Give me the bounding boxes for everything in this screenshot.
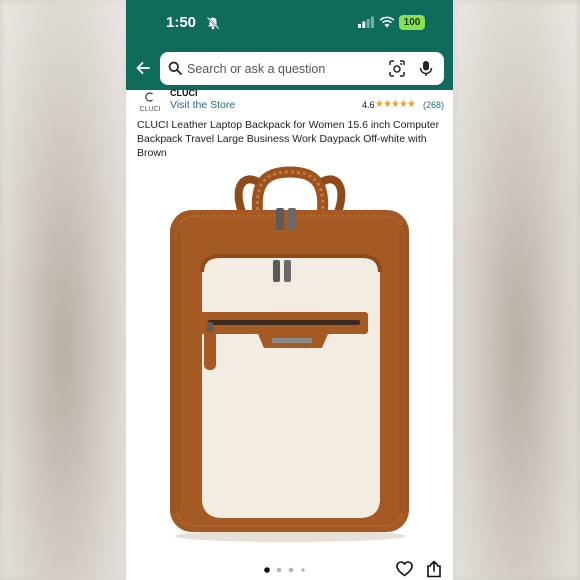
- pagination-dot-active[interactable]: [264, 567, 270, 573]
- brand-name: CLUCI: [170, 88, 198, 98]
- visit-store-link[interactable]: Visit the Store: [170, 99, 235, 111]
- top-zipper-left: [276, 208, 284, 230]
- back-arrow-icon[interactable]: [135, 60, 151, 76]
- side-edge-right: [399, 224, 409, 514]
- status-bar: 1:50 100: [126, 0, 453, 48]
- wifi-icon: [379, 16, 395, 28]
- store-row: CLUCI CLUCI Visit the Store 4.6 ★★★★★ (2…: [126, 88, 453, 116]
- search-header: Search or ask a question: [126, 48, 453, 90]
- pocket-zipper-slider: [207, 322, 213, 332]
- side-edge-left: [170, 224, 180, 514]
- background-blur-left: [0, 0, 126, 580]
- pagination-dot[interactable]: [301, 568, 305, 572]
- microphone-icon[interactable]: [419, 60, 433, 77]
- pagination-dot[interactable]: [288, 567, 294, 573]
- product-title: CLUCI Leather Laptop Backpack for Women …: [137, 119, 440, 159]
- pagination-dot[interactable]: [276, 567, 282, 573]
- search-placeholder: Search or ask a question: [187, 62, 326, 76]
- status-time: 1:50: [166, 14, 197, 31]
- front-zipper-left: [273, 260, 280, 282]
- brand-logo[interactable]: CLUCI: [138, 92, 162, 114]
- image-pagination-dots[interactable]: [263, 566, 309, 574]
- phone-screen: 1:50 100 Search or ask a question CLUCI …: [126, 0, 453, 580]
- background-blur-right: [454, 0, 580, 580]
- heart-icon[interactable]: [396, 561, 413, 577]
- brand-logo-text: CLUCI: [139, 106, 161, 113]
- battery-indicator: 100: [399, 15, 425, 30]
- star-rating[interactable]: ★★★★★: [375, 99, 416, 110]
- product-image[interactable]: [162, 164, 417, 549]
- rating-value: 4.6: [362, 100, 375, 110]
- brand-logo-mark: [145, 92, 153, 102]
- logo-plate: [272, 338, 312, 343]
- search-icon: [168, 61, 182, 75]
- front-zipper-right: [284, 260, 291, 282]
- cell-signal-icon: [358, 16, 374, 28]
- front-panel: [202, 256, 380, 518]
- rating-count-link[interactable]: (268): [423, 100, 444, 110]
- top-zipper-right: [288, 208, 296, 230]
- camera-lens-icon[interactable]: [389, 60, 405, 77]
- bell-off-icon: [206, 16, 220, 30]
- search-input[interactable]: Search or ask a question: [160, 52, 444, 85]
- pocket-zipper: [208, 320, 360, 325]
- share-icon[interactable]: [426, 560, 442, 578]
